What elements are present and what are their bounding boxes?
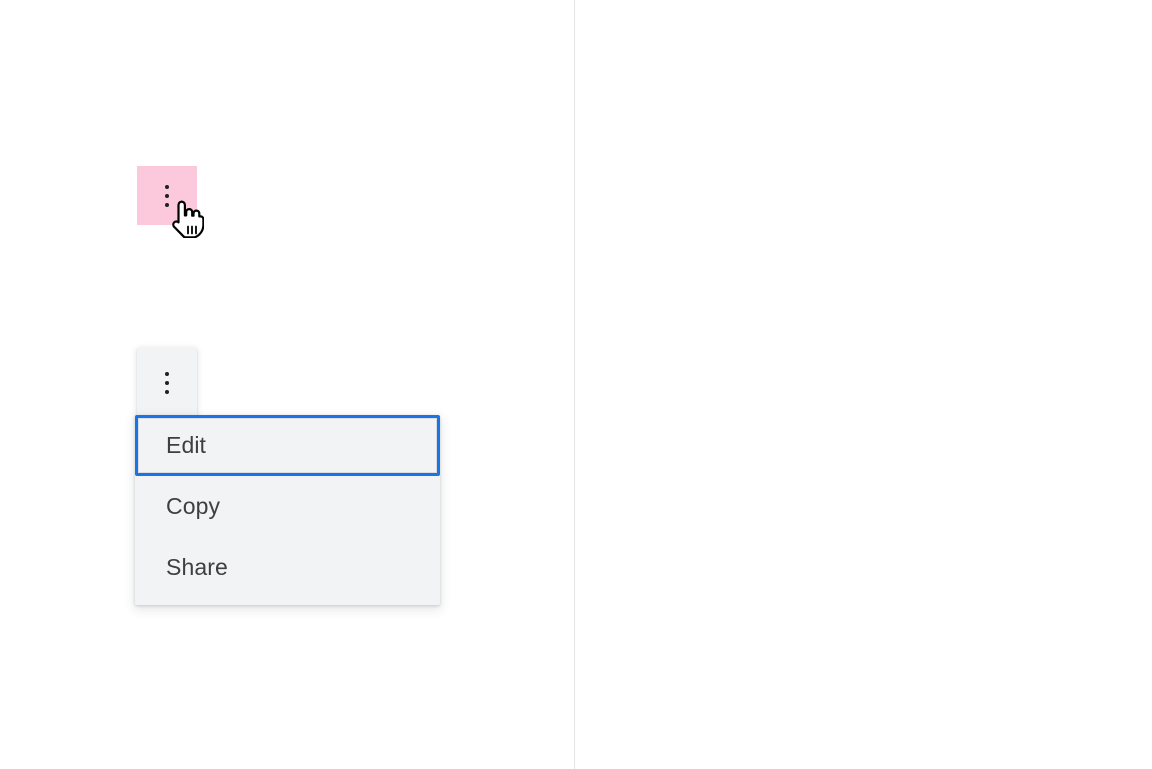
menu-item-edit[interactable]: Edit <box>135 415 440 476</box>
left-example-panel: Edit Copy Share <box>0 0 574 769</box>
right-example-panel: Edit Copy Share <box>575 0 1152 769</box>
dropdown-menu: Edit Copy Share <box>135 415 440 605</box>
kebab-menu-icon <box>165 372 169 394</box>
menu-item-share[interactable]: Share <box>135 537 440 598</box>
kebab-menu-button-open[interactable] <box>137 347 197 419</box>
menu-item-copy[interactable]: Copy <box>135 476 440 537</box>
canvas: Edit Copy Share Edit Copy Share <box>0 0 1152 769</box>
kebab-menu-button-pressed[interactable] <box>137 166 197 225</box>
kebab-menu-icon <box>165 184 169 207</box>
